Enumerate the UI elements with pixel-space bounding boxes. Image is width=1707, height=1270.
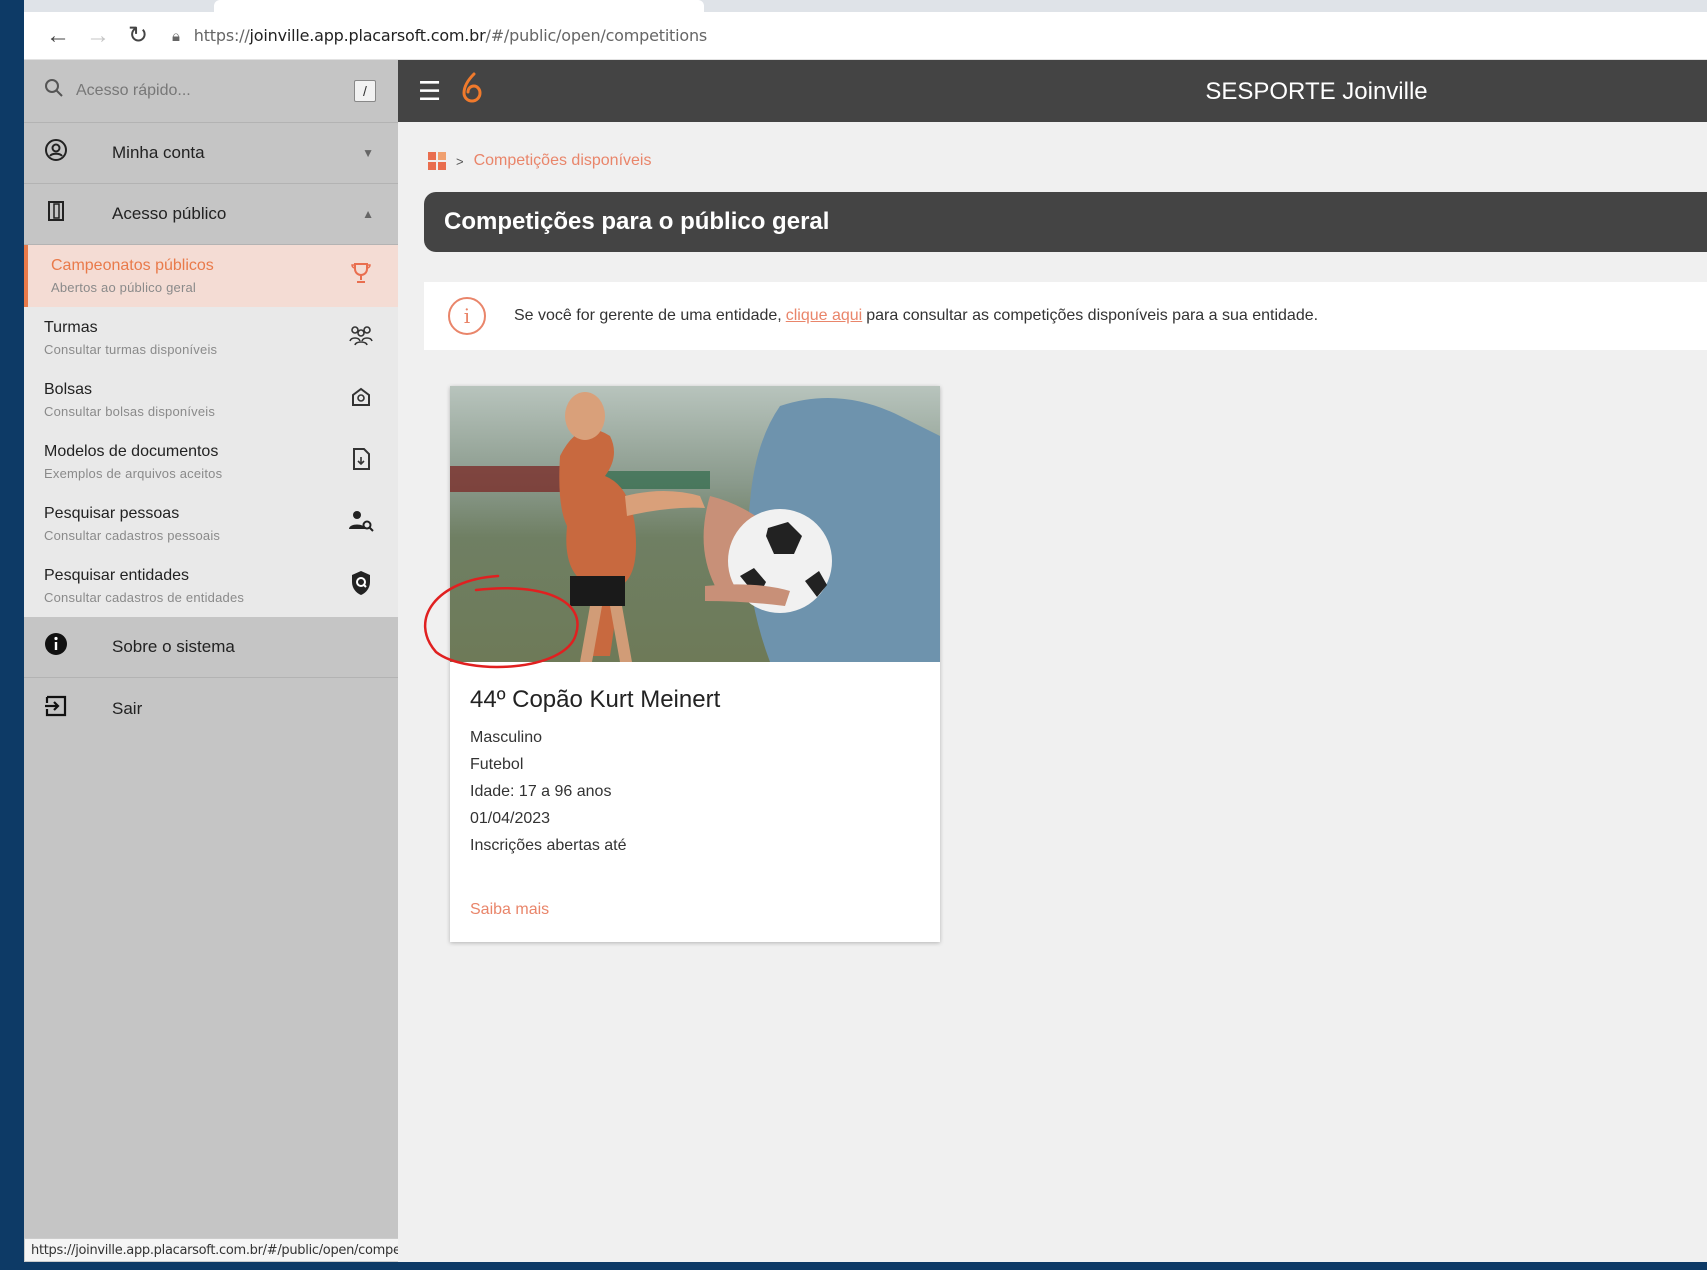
active-tab[interactable] [214, 0, 704, 12]
info-circle-icon: i [448, 297, 486, 335]
sidebar-item-subtitle: Consultar cadastros pessoais [44, 528, 221, 543]
section-public[interactable]: Acesso público ▲ [24, 184, 398, 245]
info-text-after: para consultar as competições disponívei… [866, 307, 1319, 324]
sidebar-item-subtitle: Exemplos de arquivos aceitos [44, 466, 223, 481]
sidebar-item-title: Turmas [44, 319, 98, 336]
competition-title: 44º Copão Kurt Meinert [470, 686, 721, 713]
sidebar-item-subtitle: Consultar cadastros de entidades [44, 590, 245, 605]
search-icon [44, 78, 70, 104]
sidebar-item-bolsas[interactable]: Bolsas Consultar bolsas disponíveis [24, 369, 398, 431]
sidebar-item-subtitle: Abertos ao público geral [51, 280, 197, 295]
section-logout-label: Sair [112, 698, 143, 718]
sidebar-item-subtitle: Consultar turmas disponíveis [44, 342, 218, 357]
url-prefix: https:// [193, 26, 250, 45]
breadcrumb-current[interactable]: Competições disponíveis [474, 152, 652, 170]
browser-toolbar: ← → ↻ 🔒︎ https://joinville.app.placarsof… [24, 12, 1707, 60]
info-icon [44, 632, 72, 662]
sidebar-item-title: Bolsas [44, 381, 93, 398]
quick-access-input[interactable]: Acesso rápido... [76, 82, 354, 100]
document-icon [344, 447, 378, 477]
app: Acesso rápido... / Minha conta ▼ Acesso … [24, 60, 1707, 1262]
shortcut-key: / [354, 80, 376, 102]
saiba-mais-link[interactable]: Saiba mais [470, 901, 549, 919]
sidebar-item-pessoas[interactable]: Pesquisar pessoas Consultar cadastros pe… [24, 493, 398, 555]
url-path: /#/public/open/competitions [485, 26, 708, 45]
entity-search-icon [344, 570, 378, 602]
forward-icon[interactable]: → [78, 16, 118, 56]
back-icon[interactable]: ← [38, 16, 78, 56]
sidebar-item-modelos[interactable]: Modelos de documentos Exemplos de arquiv… [24, 431, 398, 493]
section-account-label: Minha conta [112, 143, 205, 162]
main-content: ☰ SESPORTE Joinville > Competições dispo… [398, 60, 1707, 1262]
sidebar-item-entidades[interactable]: Pesquisar entidades Consultar cadastros … [24, 555, 398, 617]
door-icon [44, 199, 72, 229]
info-banner: i Se você for gerente de uma entidade, c… [424, 282, 1707, 350]
reload-icon[interactable]: ↻ [118, 16, 158, 56]
sidebar: Acesso rápido... / Minha conta ▼ Acesso … [24, 60, 817, 1262]
chevron-up-icon: ▲ [362, 207, 374, 221]
competition-gender: Masculino [470, 729, 543, 746]
browser-window: ← → ↻ 🔒︎ https://joinville.app.placarsof… [24, 0, 1707, 1262]
group-icon [344, 324, 378, 352]
page-title: Competições para o público geral [424, 192, 1707, 252]
info-text-before: Se você for gerente de uma entidade, [514, 307, 782, 324]
sidebar-item-title: Campeonatos públicos [51, 257, 214, 274]
sidebar-item-title: Modelos de documentos [44, 443, 219, 460]
quick-access[interactable]: Acesso rápido... / [24, 60, 398, 123]
competition-date: 01/04/2023 [470, 810, 551, 827]
app-header: ☰ SESPORTE Joinville [398, 60, 1707, 122]
breadcrumb: > Competições disponíveis [428, 152, 1707, 170]
tab-strip [24, 0, 1707, 12]
public-submenu: Campeonatos públicos Abertos ao público … [24, 245, 398, 617]
sidebar-item-subtitle: Consultar bolsas disponíveis [44, 404, 216, 419]
section-about-label: Sobre o sistema [112, 637, 235, 656]
home-icon[interactable] [428, 152, 446, 170]
account-icon [44, 138, 72, 168]
scholarship-icon [344, 385, 378, 415]
manager-link[interactable]: clique aqui [786, 307, 863, 325]
logout-icon [44, 694, 72, 724]
section-public-label: Acesso público [112, 204, 227, 223]
chevron-down-icon: ▼ [362, 146, 374, 160]
app-title: SESPORTE Joinville [398, 78, 1707, 106]
address-bar[interactable]: 🔒︎ https://joinville.app.placarsoft.com.… [172, 26, 707, 45]
sidebar-item-turmas[interactable]: Turmas Consultar turmas disponíveis [24, 307, 398, 369]
section-account[interactable]: Minha conta ▼ [24, 123, 398, 184]
breadcrumb-separator: > [456, 153, 464, 169]
section-logout[interactable]: Sair [24, 678, 398, 739]
sidebar-item-title: Pesquisar pessoas [44, 505, 180, 522]
competition-sport: Futebol [470, 756, 524, 773]
competition-registration: Inscrições abertas até [470, 837, 627, 854]
app-title-text: SESPORTE Joinville [1205, 78, 1428, 105]
competition-age: Idade: 17 a 96 anos [470, 783, 612, 800]
competition-card: 44º Copão Kurt Meinert Masculino Futebol… [450, 386, 940, 942]
person-search-icon [344, 509, 378, 539]
lock-icon: 🔒︎ [172, 26, 180, 45]
url-host: joinville.app.placarsoft.com.br [249, 26, 486, 45]
section-about[interactable]: Sobre o sistema [24, 617, 398, 678]
competition-image [450, 386, 940, 662]
sidebar-item-title: Pesquisar entidades [44, 567, 189, 584]
sidebar-item-campeonatos[interactable]: Campeonatos públicos Abertos ao público … [24, 245, 398, 307]
trophy-icon [344, 261, 378, 291]
